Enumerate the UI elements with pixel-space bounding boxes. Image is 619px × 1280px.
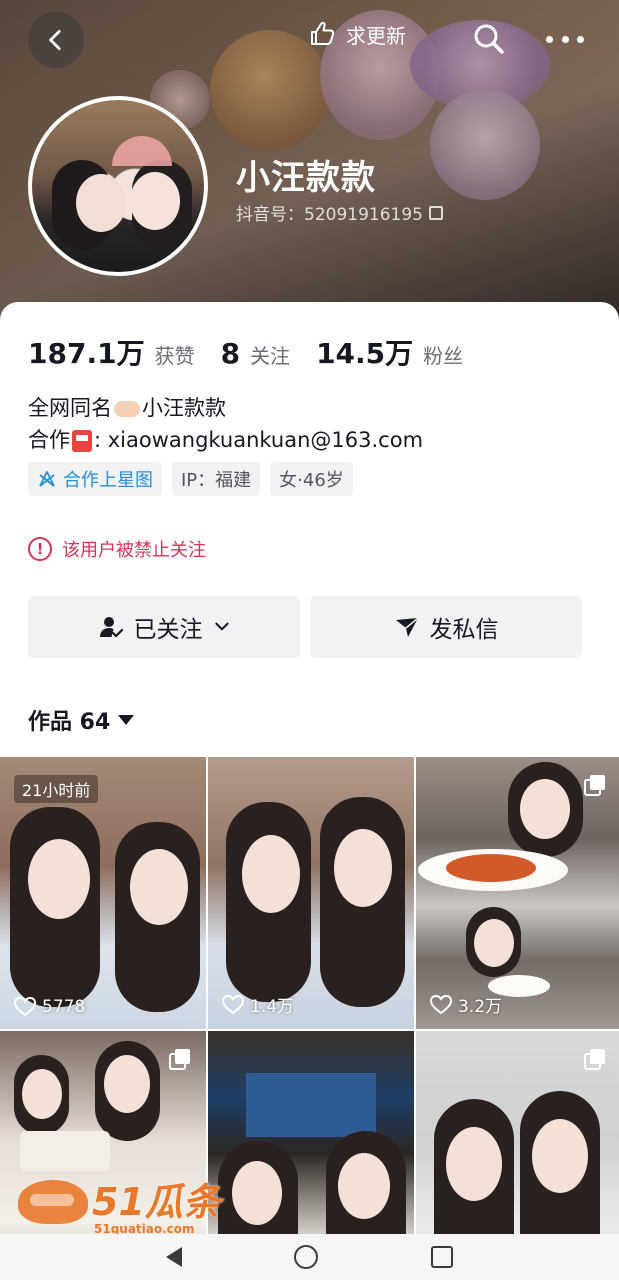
user-check-icon	[99, 617, 123, 638]
like-count: 3.2万	[430, 992, 502, 1017]
nav-recent-apps-icon[interactable]	[430, 1246, 453, 1268]
followed-button[interactable]: 已关注	[28, 596, 300, 658]
avatar[interactable]	[28, 96, 208, 276]
like-count: 5778	[14, 997, 85, 1017]
bio-line-2: 合作: xiaowangkuankuan@163.com	[28, 428, 424, 452]
ip-tag: IP：福建	[172, 462, 261, 496]
multi-image-icon	[169, 1049, 190, 1070]
request-update-label: 求更新	[346, 23, 406, 48]
send-icon	[395, 617, 418, 637]
stat-following[interactable]: 8 关注	[221, 337, 290, 370]
works-tab[interactable]: 作品 64	[28, 704, 135, 736]
nav-home-icon[interactable]	[294, 1245, 319, 1269]
nav-back-icon[interactable]	[166, 1247, 183, 1267]
bio-line-1: 全网同名 小汪款款	[28, 396, 226, 420]
send-message-button[interactable]: 发私信	[310, 596, 582, 658]
stat-label: 获赞	[154, 344, 195, 368]
site-watermark: 51瓜条 51guatiao.com	[18, 1180, 221, 1236]
stat-value: 187.1万	[28, 337, 145, 370]
fish-logo-icon	[18, 1180, 88, 1224]
caret-down-icon	[118, 715, 135, 725]
heart-icon	[14, 997, 36, 1017]
search-icon[interactable]	[472, 22, 506, 56]
stats-row: 187.1万 获赞 8 关注 14.5万 粉丝	[28, 332, 479, 372]
video-thumbnail[interactable]: 1.4万	[208, 757, 414, 1029]
gender-age-tag: 女·46岁	[270, 462, 353, 496]
pointing-hand-emoji-icon	[114, 401, 140, 417]
like-count: 1.4万	[222, 992, 294, 1017]
stat-likes: 187.1万 获赞	[28, 332, 195, 372]
hand-point-icon	[311, 21, 335, 45]
star-cooperation-tag[interactable]: 合作上星图	[28, 462, 162, 496]
system-nav-bar	[0, 1234, 619, 1280]
action-buttons: 已关注 发私信	[28, 596, 582, 658]
mailbox-emoji-icon	[72, 430, 92, 452]
profile-card: 187.1万 获赞 8 关注 14.5万 粉丝 全网同名 小汪款款 合作: xia…	[0, 302, 619, 762]
stat-value: 14.5万	[316, 337, 414, 370]
bio: 全网同名 小汪款款 合作: xiaowangkuankuan@163.com	[28, 392, 423, 456]
multi-image-icon	[584, 775, 605, 796]
video-thumbnail[interactable]: 21小时前 5778	[0, 757, 206, 1029]
posted-time: 21小时前	[14, 775, 99, 803]
chevron-down-icon	[214, 622, 229, 631]
stat-label: 粉丝	[423, 344, 464, 368]
stat-value: 8	[220, 337, 241, 370]
copy-icon[interactable]	[428, 205, 443, 220]
back-button[interactable]	[28, 12, 84, 68]
more-options-icon[interactable]	[546, 28, 584, 50]
username: 小汪款款	[236, 158, 376, 198]
alert-icon: !	[28, 537, 52, 561]
heart-icon	[430, 994, 452, 1014]
stat-label: 关注	[250, 344, 291, 368]
douyin-id-text: 抖音号：52091916195	[236, 205, 423, 225]
follow-banned-warning: ! 该用户被禁止关注	[28, 536, 206, 562]
douyin-id[interactable]: 抖音号：52091916195	[236, 200, 443, 225]
multi-image-icon	[584, 1049, 605, 1070]
video-thumbnail[interactable]: 3.2万	[416, 757, 619, 1029]
chevron-left-icon	[49, 29, 61, 51]
stat-followers[interactable]: 14.5万 粉丝	[316, 332, 463, 372]
heart-icon	[222, 994, 244, 1014]
profile-tags: 合作上星图 IP：福建 女·46岁	[28, 462, 353, 496]
star-map-icon	[39, 471, 55, 487]
request-update-button[interactable]: 求更新	[306, 18, 406, 50]
